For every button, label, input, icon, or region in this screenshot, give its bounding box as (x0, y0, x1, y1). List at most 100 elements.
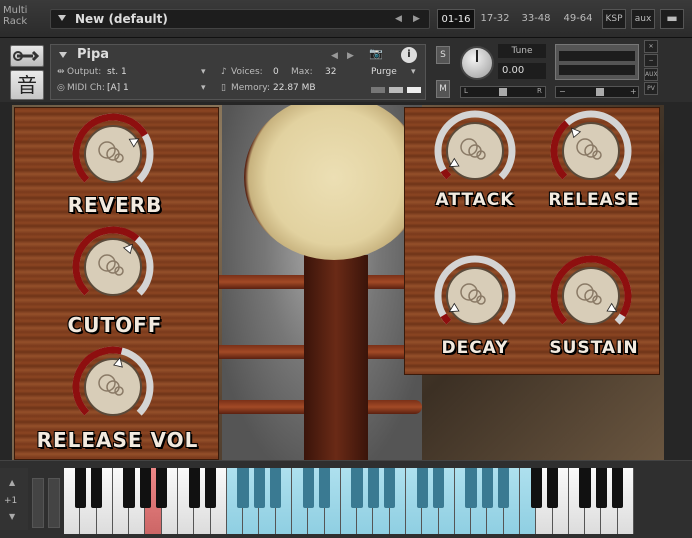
black-key[interactable] (270, 468, 282, 508)
black-key[interactable] (318, 468, 331, 508)
attack-knob[interactable] (432, 108, 518, 194)
volume-plus-icon: + (630, 87, 637, 96)
black-key[interactable] (156, 468, 168, 508)
release-knob[interactable] (548, 108, 634, 194)
black-key[interactable] (123, 468, 135, 508)
instrument-logo-button[interactable]: 音 (10, 70, 44, 100)
purge-indicator (407, 87, 421, 93)
midi-dropdown-icon[interactable]: ▾ (201, 83, 206, 93)
output-dropdown-icon[interactable]: ▾ (201, 67, 206, 77)
black-key[interactable] (139, 468, 152, 508)
black-key[interactable] (432, 468, 445, 508)
memory-label: Memory: (231, 83, 270, 93)
rack-toolbar: Multi Rack New (default) ◀ ▶ 01-16 17-32… (0, 0, 692, 38)
decay-label: DECAY (441, 338, 509, 358)
decay-knob[interactable] (432, 253, 518, 339)
prev-instrument-icon[interactable]: ◀ (331, 51, 338, 61)
black-key[interactable] (204, 468, 217, 508)
ksp-button[interactable]: KSP (602, 9, 626, 29)
black-key[interactable] (465, 468, 477, 508)
octave-shift-value: +1 (4, 496, 18, 506)
solo-button[interactable]: S (436, 46, 450, 64)
wrench-icon[interactable] (10, 45, 44, 67)
minimize-icon[interactable]: − (644, 54, 658, 67)
info-icon[interactable]: i (401, 47, 417, 63)
output-value[interactable]: st. 1 (107, 67, 127, 77)
black-key[interactable] (237, 468, 249, 508)
knob-face[interactable] (562, 122, 620, 180)
black-key[interactable] (367, 468, 380, 508)
instrument-name[interactable]: Pipa (77, 47, 109, 62)
camera-icon[interactable]: 📷 (369, 47, 393, 63)
cutoff-knob[interactable] (70, 224, 156, 310)
tab-33-48[interactable]: 33-48 (517, 9, 555, 29)
prev-preset-icon[interactable]: ◀ (395, 14, 402, 24)
black-key[interactable] (498, 468, 510, 508)
multi-preset-selector[interactable]: New (default) ◀ ▶ (50, 9, 430, 29)
pan-handle[interactable] (499, 88, 507, 96)
piano-keyboard[interactable] (64, 468, 634, 534)
pan-slider[interactable]: L R (460, 86, 546, 98)
right-control-panel: ATTACK RELEASE DECAY SUSTAIN (404, 107, 660, 375)
black-key[interactable] (253, 468, 266, 508)
black-key[interactable] (90, 468, 103, 508)
knob-face[interactable] (446, 122, 504, 180)
mod-wheel[interactable] (48, 478, 60, 528)
pitch-wheel[interactable] (32, 478, 44, 528)
knob-value-arc (440, 313, 452, 325)
close-icon[interactable]: ✕ (644, 40, 658, 53)
octave-down-icon[interactable]: ▼ (9, 512, 15, 521)
mute-button[interactable]: M (436, 80, 450, 98)
tune-knob[interactable] (460, 46, 494, 80)
octave-up-icon[interactable]: ▲ (9, 478, 15, 487)
purge-indicator (389, 87, 403, 93)
midi-label: MIDI Ch: (67, 83, 105, 93)
reverb-knob[interactable] (70, 111, 156, 197)
black-key[interactable] (351, 468, 363, 508)
max-voices-value[interactable]: 32 (325, 67, 336, 77)
pv-toggle-button[interactable]: PV (644, 82, 658, 95)
memory-value: 22.87 MB (273, 83, 316, 93)
black-key[interactable] (384, 468, 396, 508)
black-key[interactable] (74, 468, 86, 508)
collapse-icon[interactable]: ▬ (660, 9, 684, 29)
black-key[interactable] (546, 468, 559, 508)
output-icon: ⇹ (57, 67, 65, 77)
aux-toggle-button[interactable]: AUX (644, 68, 658, 81)
black-key[interactable] (481, 468, 494, 508)
knob-face[interactable] (446, 267, 504, 325)
instrument-info-box: Pipa ◀ ▶ 📷 i ⇹ Output: st. 1 ▾ ◎ MIDI Ch… (50, 44, 426, 100)
memory-icon: ▯ (221, 83, 226, 93)
midi-value[interactable]: [A] 1 (107, 83, 129, 93)
black-key[interactable] (188, 468, 200, 508)
black-key[interactable] (530, 468, 542, 508)
black-key[interactable] (595, 468, 608, 508)
sustain-label: SUSTAIN (549, 338, 639, 358)
purge-menu[interactable]: Purge (371, 67, 397, 77)
cutoff-label: CUTOFF (67, 313, 163, 337)
sustain-knob[interactable] (548, 253, 634, 339)
black-key[interactable] (416, 468, 428, 508)
tab-17-32[interactable]: 17-32 (477, 9, 513, 29)
black-key[interactable] (612, 468, 624, 508)
knob-face[interactable] (562, 267, 620, 325)
black-key[interactable] (302, 468, 314, 508)
attack-label: ATTACK (435, 190, 515, 210)
next-instrument-icon[interactable]: ▶ (347, 51, 354, 61)
meter-left-channel (559, 51, 635, 61)
next-preset-icon[interactable]: ▶ (413, 14, 420, 24)
knob-face[interactable] (84, 238, 142, 296)
tab-01-16[interactable]: 01-16 (437, 9, 475, 29)
tab-49-64[interactable]: 49-64 (559, 9, 597, 29)
release-vol-knob[interactable] (70, 344, 156, 430)
aux-button[interactable]: aux (631, 9, 655, 29)
instrument-panel: REVERB CUTOFF RELEASE VOL ATTACK RELEASE… (12, 105, 664, 460)
knob-face[interactable] (84, 358, 142, 416)
instrument-menu-arrow-icon[interactable] (59, 52, 67, 58)
black-key[interactable] (579, 468, 591, 508)
purge-dropdown-icon[interactable]: ▾ (411, 67, 416, 77)
volume-slider[interactable]: − + (555, 86, 639, 98)
knob-face[interactable] (84, 125, 142, 183)
tune-value[interactable]: 0.00 (498, 63, 546, 79)
volume-handle[interactable] (596, 88, 604, 96)
